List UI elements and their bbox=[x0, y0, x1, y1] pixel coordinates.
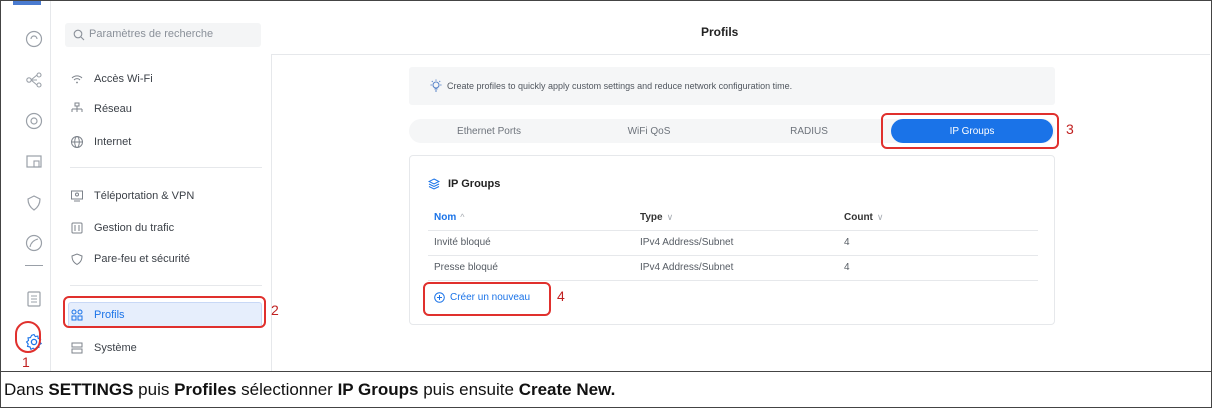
sidebar-item-traffic[interactable]: Gestion du trafic bbox=[70, 218, 174, 238]
globe-icon bbox=[70, 135, 84, 149]
column-label: Nom bbox=[434, 212, 457, 223]
system-icon bbox=[70, 341, 84, 355]
annotation-box-1 bbox=[15, 321, 41, 353]
search-input[interactable]: Paramètres de recherche bbox=[65, 23, 261, 47]
clients-icon[interactable] bbox=[25, 152, 43, 170]
tab-ethernet-ports[interactable]: Ethernet Ports bbox=[409, 119, 569, 143]
column-label: Count bbox=[844, 212, 873, 223]
sidebar-divider bbox=[70, 167, 262, 168]
card-title-text: IP Groups bbox=[448, 178, 501, 190]
column-label: Type bbox=[640, 212, 663, 223]
security-shield-icon[interactable] bbox=[25, 194, 43, 212]
annotation-box-4 bbox=[423, 282, 551, 316]
sidebar-item-label: Téléportation & VPN bbox=[94, 190, 195, 202]
shield-icon bbox=[70, 252, 84, 266]
caption-text: puis ensuite bbox=[418, 380, 519, 399]
table-cell-type: IPv4 Address/Subnet bbox=[640, 262, 734, 273]
lightbulb-icon bbox=[430, 79, 442, 92]
sidebar-item-system[interactable]: Système bbox=[70, 338, 137, 358]
table-cell-type: IPv4 Address/Subnet bbox=[640, 237, 734, 248]
chevron-down-icon: ∨ bbox=[876, 212, 884, 222]
sidebar-divider bbox=[70, 285, 262, 286]
caption-bold: IP Groups bbox=[337, 380, 419, 399]
instruction-caption: Dans SETTINGS puis Profiles sélectionner… bbox=[0, 371, 1212, 408]
annotation-number-3: 3 bbox=[1066, 121, 1074, 137]
table-row-divider bbox=[428, 280, 1038, 281]
app-screenshot: Paramètres de recherche Profils Accès Wi… bbox=[1, 1, 1210, 371]
caption-text: Dans bbox=[4, 380, 49, 399]
info-text: Create profiles to quickly apply custom … bbox=[447, 81, 793, 91]
rail-active-indicator bbox=[13, 1, 41, 5]
sidebar-item-internet[interactable]: Internet bbox=[70, 132, 131, 152]
caption-bold: Profiles bbox=[174, 380, 237, 399]
annotation-number-2: 2 bbox=[271, 302, 279, 318]
card-title: IP Groups bbox=[427, 178, 501, 190]
devices-icon[interactable] bbox=[25, 112, 43, 130]
topology-icon[interactable] bbox=[25, 71, 43, 89]
logs-icon[interactable] bbox=[25, 290, 43, 308]
column-header-name[interactable]: Nom ^ bbox=[434, 212, 464, 223]
sidebar-item-label: Réseau bbox=[94, 103, 132, 115]
sidebar-item-label: Gestion du trafic bbox=[94, 222, 175, 234]
annotation-box-2 bbox=[63, 296, 266, 328]
sort-asc-icon: ^ bbox=[460, 212, 465, 222]
sidebar-item-label: Système bbox=[94, 342, 137, 354]
traffic-icon bbox=[70, 221, 84, 235]
caption-text: sélectionner bbox=[236, 380, 338, 399]
caption-text: puis bbox=[133, 380, 175, 399]
table-cell-name[interactable]: Invité bloqué bbox=[434, 237, 491, 248]
table-cell-count: 4 bbox=[844, 237, 850, 248]
insights-icon[interactable] bbox=[25, 234, 43, 252]
sidebar-item-label: Internet bbox=[94, 136, 132, 148]
tab-radius[interactable]: RADIUS bbox=[729, 119, 889, 143]
network-icon bbox=[70, 102, 84, 116]
caption-bold: SETTINGS bbox=[48, 380, 134, 399]
annotation-number-4: 4 bbox=[557, 288, 565, 304]
search-icon bbox=[73, 29, 85, 41]
sidebar-item-wifi[interactable]: Accès Wi-Fi bbox=[70, 69, 153, 89]
wifi-icon bbox=[70, 72, 84, 86]
annotation-number-1: 1 bbox=[22, 354, 30, 370]
column-header-type[interactable]: Type ∨ bbox=[640, 212, 673, 223]
sidebar-item-label: Accès Wi-Fi bbox=[94, 73, 153, 85]
chevron-down-icon: ∨ bbox=[666, 212, 674, 222]
search-placeholder: Paramètres de recherche bbox=[89, 28, 214, 40]
dashboard-icon[interactable] bbox=[25, 30, 43, 48]
annotation-box-3 bbox=[881, 113, 1059, 149]
layers-icon bbox=[427, 178, 441, 190]
header-divider bbox=[271, 54, 1210, 55]
info-banner: Create profiles to quickly apply custom … bbox=[409, 67, 1055, 105]
sidebar-item-label: Pare-feu et sécurité bbox=[94, 253, 190, 265]
table-header-divider bbox=[428, 230, 1038, 231]
sidebar-item-network[interactable]: Réseau bbox=[70, 99, 132, 119]
sidebar-item-vpn[interactable]: Téléportation & VPN bbox=[70, 186, 194, 206]
table-row-divider bbox=[428, 255, 1038, 256]
caption-bold: Create New. bbox=[518, 380, 616, 399]
column-header-count[interactable]: Count ∨ bbox=[844, 212, 883, 223]
rail-divider bbox=[25, 265, 43, 266]
vpn-icon bbox=[70, 189, 84, 203]
tab-wifi-qos[interactable]: WiFi QoS bbox=[569, 119, 729, 143]
icon-rail bbox=[1, 1, 51, 371]
sidebar-item-firewall[interactable]: Pare-feu et sécurité bbox=[70, 249, 190, 269]
table-cell-name[interactable]: Presse bloqué bbox=[434, 262, 498, 273]
page-title: Profils bbox=[701, 25, 739, 39]
table-cell-count: 4 bbox=[844, 262, 850, 273]
